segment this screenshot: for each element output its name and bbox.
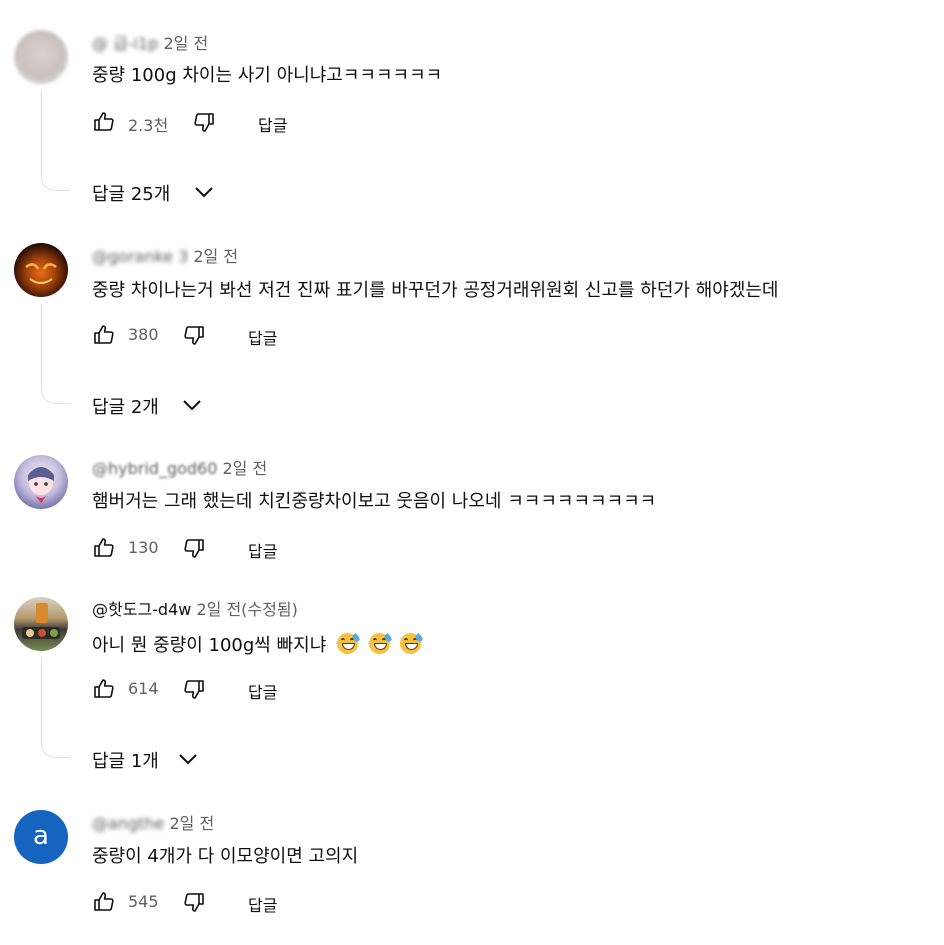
like-count: 380	[128, 325, 159, 344]
view-replies-button[interactable]: 답글 25개	[92, 180, 232, 206]
comment-time[interactable]: 2일 전	[223, 459, 268, 478]
author-handle[interactable]: @goranke 3	[92, 247, 188, 266]
thumbs-up-icon[interactable]	[92, 677, 116, 701]
comment-actions: 380 답글	[92, 323, 392, 351]
avatar-art	[22, 603, 60, 639]
reply-button[interactable]: 답글	[258, 112, 287, 136]
view-replies-button[interactable]: 답글 2개	[92, 393, 222, 419]
avatar[interactable]	[14, 597, 68, 651]
comment-meta: @angthe 2일 전	[92, 814, 214, 834]
avatar-art	[28, 467, 54, 503]
avatar[interactable]	[14, 30, 68, 84]
comment-actions: 545 답글	[92, 890, 392, 918]
like-count: 2.3천	[128, 116, 169, 135]
like-count: 545	[128, 892, 159, 911]
comment-text: 햄버거는 그래 했는데 치킨중량차이보고 웃음이 나오네 ㅋㅋㅋㅋㅋㅋㅋㅋㅋ	[92, 491, 657, 512]
thumbs-down-icon[interactable]	[182, 890, 206, 914]
replies-label: 답글 25개	[92, 184, 171, 205]
thread-line	[41, 303, 70, 404]
thread-line	[41, 90, 70, 191]
avatar-art	[25, 263, 57, 284]
thread-line	[41, 657, 70, 758]
comment-text-body: 아니 뭔 중량이 100g씩 빠지냐	[92, 635, 327, 656]
author-handle[interactable]: @ 급-i1p	[92, 34, 158, 53]
comment-meta: @hybrid_god60 2일 전	[92, 459, 267, 479]
comment-time[interactable]: 2일 전	[196, 600, 241, 619]
comment-meta: @ 급-i1p 2일 전	[92, 34, 208, 54]
grinning-sweat-emoji	[368, 633, 393, 654]
view-replies-button[interactable]: 답글 1개	[92, 747, 222, 773]
replies-label: 답글 1개	[92, 751, 159, 772]
comment-text: 중량 차이나는거 봐선 저건 진짜 표기를 바꾸던가 공정거래위원회 신고를 하…	[92, 280, 779, 301]
thumbs-down-icon[interactable]	[182, 323, 206, 347]
avatar[interactable]	[14, 243, 68, 297]
comment-time[interactable]: 2일 전	[163, 34, 208, 53]
edited-label: (수정됨)	[241, 600, 298, 619]
comment-actions: 614 답글	[92, 677, 392, 705]
comment-actions: 2.3천 답글	[92, 110, 392, 138]
thumbs-up-icon[interactable]	[92, 323, 116, 347]
comment-text: 중량 100g 차이는 사기 아니냐고ㅋㅋㅋㅋㅋㅋ	[92, 65, 443, 86]
avatar[interactable]	[14, 455, 68, 509]
comment-time[interactable]: 2일 전	[193, 247, 238, 266]
thumbs-up-icon[interactable]	[92, 110, 116, 134]
comment-time[interactable]: 2일 전	[169, 814, 214, 833]
chevron-down-icon	[183, 400, 201, 411]
author-handle[interactable]: @핫도그-d4w	[92, 600, 191, 619]
like-count: 614	[128, 679, 159, 698]
reply-button[interactable]: 답글	[248, 679, 277, 703]
thumbs-up-icon[interactable]	[92, 890, 116, 914]
author-handle[interactable]: @angthe	[92, 814, 164, 833]
comment-actions: 130 답글	[92, 536, 392, 564]
thumbs-down-icon[interactable]	[182, 536, 206, 560]
avatar-letter: a	[33, 821, 49, 851]
reply-button[interactable]: 답글	[248, 538, 277, 562]
comment-meta: @핫도그-d4w 2일 전(수정됨)	[92, 600, 298, 620]
thumbs-down-icon[interactable]	[192, 110, 216, 134]
chevron-down-icon	[179, 754, 197, 765]
replies-label: 답글 2개	[92, 397, 159, 418]
avatar[interactable]: a	[14, 810, 68, 864]
grinning-sweat-emoji	[400, 633, 425, 654]
reply-button[interactable]: 답글	[248, 892, 277, 916]
grinning-sweat-emoji	[337, 633, 361, 654]
chevron-down-icon	[195, 187, 213, 198]
thumbs-down-icon[interactable]	[182, 677, 206, 701]
thumbs-up-icon[interactable]	[92, 536, 116, 560]
reply-button[interactable]: 답글	[248, 325, 277, 349]
comment-meta: @goranke 3 2일 전	[92, 247, 238, 267]
like-count: 130	[128, 538, 159, 557]
comment-text: 아니 뭔 중량이 100g씩 빠지냐	[92, 633, 425, 658]
author-handle[interactable]: @hybrid_god60	[92, 459, 217, 478]
comment-text: 중량이 4개가 다 이모양이면 고의지	[92, 846, 359, 867]
